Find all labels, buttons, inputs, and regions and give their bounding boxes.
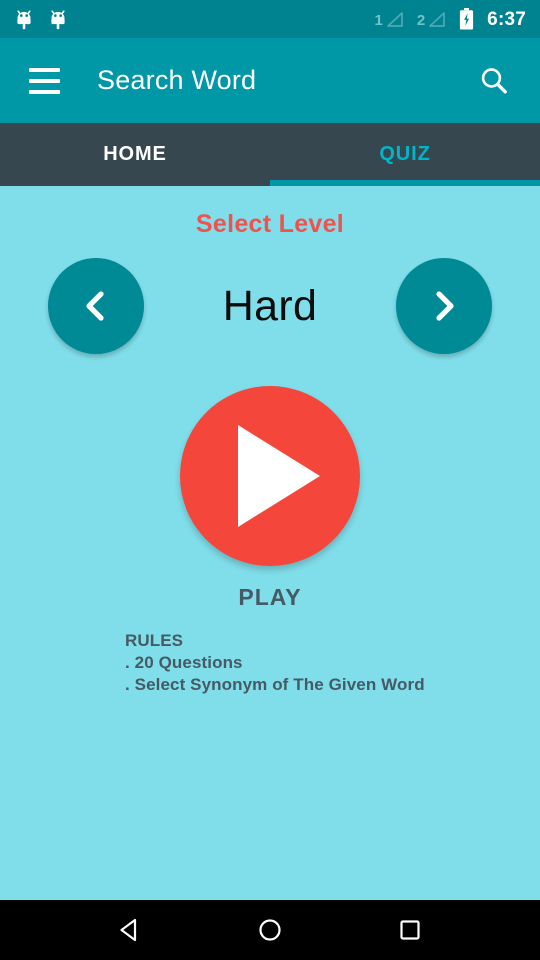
- level-selector: Hard: [0, 246, 540, 366]
- app-screen: 1 2 6:37 Search Word HOME QUIZ Select Le…: [0, 0, 540, 960]
- tab-home-label: HOME: [103, 143, 167, 165]
- hamburger-menu-icon[interactable]: [22, 59, 66, 103]
- sim2-label: 2: [416, 11, 426, 29]
- search-glyph: [481, 67, 507, 93]
- recents-button[interactable]: [382, 902, 438, 958]
- tab-home[interactable]: HOME: [0, 123, 270, 186]
- menu-line: [28, 89, 60, 94]
- recents-square-icon: [400, 920, 420, 940]
- system-nav-bar: [0, 900, 540, 960]
- signal-triangle-icon: [429, 11, 446, 27]
- back-button[interactable]: [102, 902, 158, 958]
- status-time: 6:37: [487, 8, 526, 30]
- battery-charging-icon: [460, 8, 474, 30]
- status-notification-icons: [14, 8, 68, 30]
- back-triangle-icon: [120, 918, 137, 942]
- chevron-right-icon: [436, 291, 454, 321]
- status-bar: 1 2 6:37: [0, 0, 540, 38]
- home-circle-icon: [259, 919, 281, 941]
- play-triangle-icon: [238, 425, 320, 527]
- search-icon[interactable]: [470, 57, 518, 105]
- menu-line: [28, 67, 60, 72]
- menu-line: [28, 78, 60, 83]
- page-title: Search Word: [97, 65, 257, 95]
- select-level-heading: Select Level: [195, 210, 345, 238]
- rules-heading: RULES: [125, 631, 184, 650]
- sim2-signal: 2: [417, 11, 446, 28]
- chevron-left-icon: [86, 291, 104, 321]
- play-label: PLAY: [238, 584, 302, 610]
- rules-line: . Select Synonym of The Given Word: [125, 674, 425, 694]
- tab-quiz[interactable]: QUIZ: [270, 123, 540, 186]
- bugdroid-icon: [17, 10, 31, 30]
- play-button[interactable]: [180, 386, 360, 566]
- rules-block: RULES . 20 Questions . Select Synonym of…: [125, 630, 425, 695]
- home-button[interactable]: [242, 902, 298, 958]
- tab-quiz-label: QUIZ: [379, 143, 431, 165]
- rules-line: . 20 Questions: [125, 652, 243, 672]
- signal-triangle-icon: [386, 11, 403, 27]
- sim1-label: 1: [374, 11, 383, 29]
- sim1-signal: 1: [374, 11, 403, 28]
- next-level-button[interactable]: [396, 258, 492, 354]
- status-system-icons: 1 2 6:37: [374, 8, 526, 30]
- quiz-panel: Select Level Hard PLAY RULES . 20 Questi…: [0, 186, 540, 900]
- previous-level-button[interactable]: [48, 258, 144, 354]
- current-level-label: Hard: [222, 281, 318, 330]
- app-bar: Search Word: [0, 38, 540, 123]
- bugdroid-icon: [51, 10, 65, 30]
- tab-bar: HOME QUIZ: [0, 123, 540, 186]
